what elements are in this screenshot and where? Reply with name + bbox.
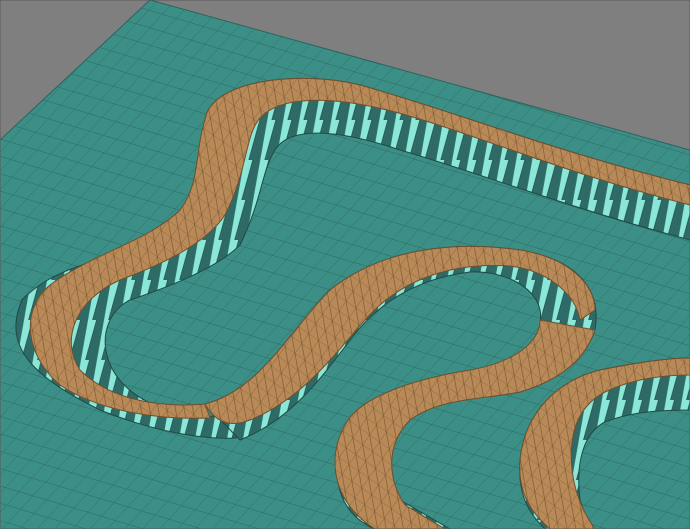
3d-viewport[interactable] — [0, 0, 690, 529]
fem-mesh-render[interactable] — [0, 0, 690, 529]
